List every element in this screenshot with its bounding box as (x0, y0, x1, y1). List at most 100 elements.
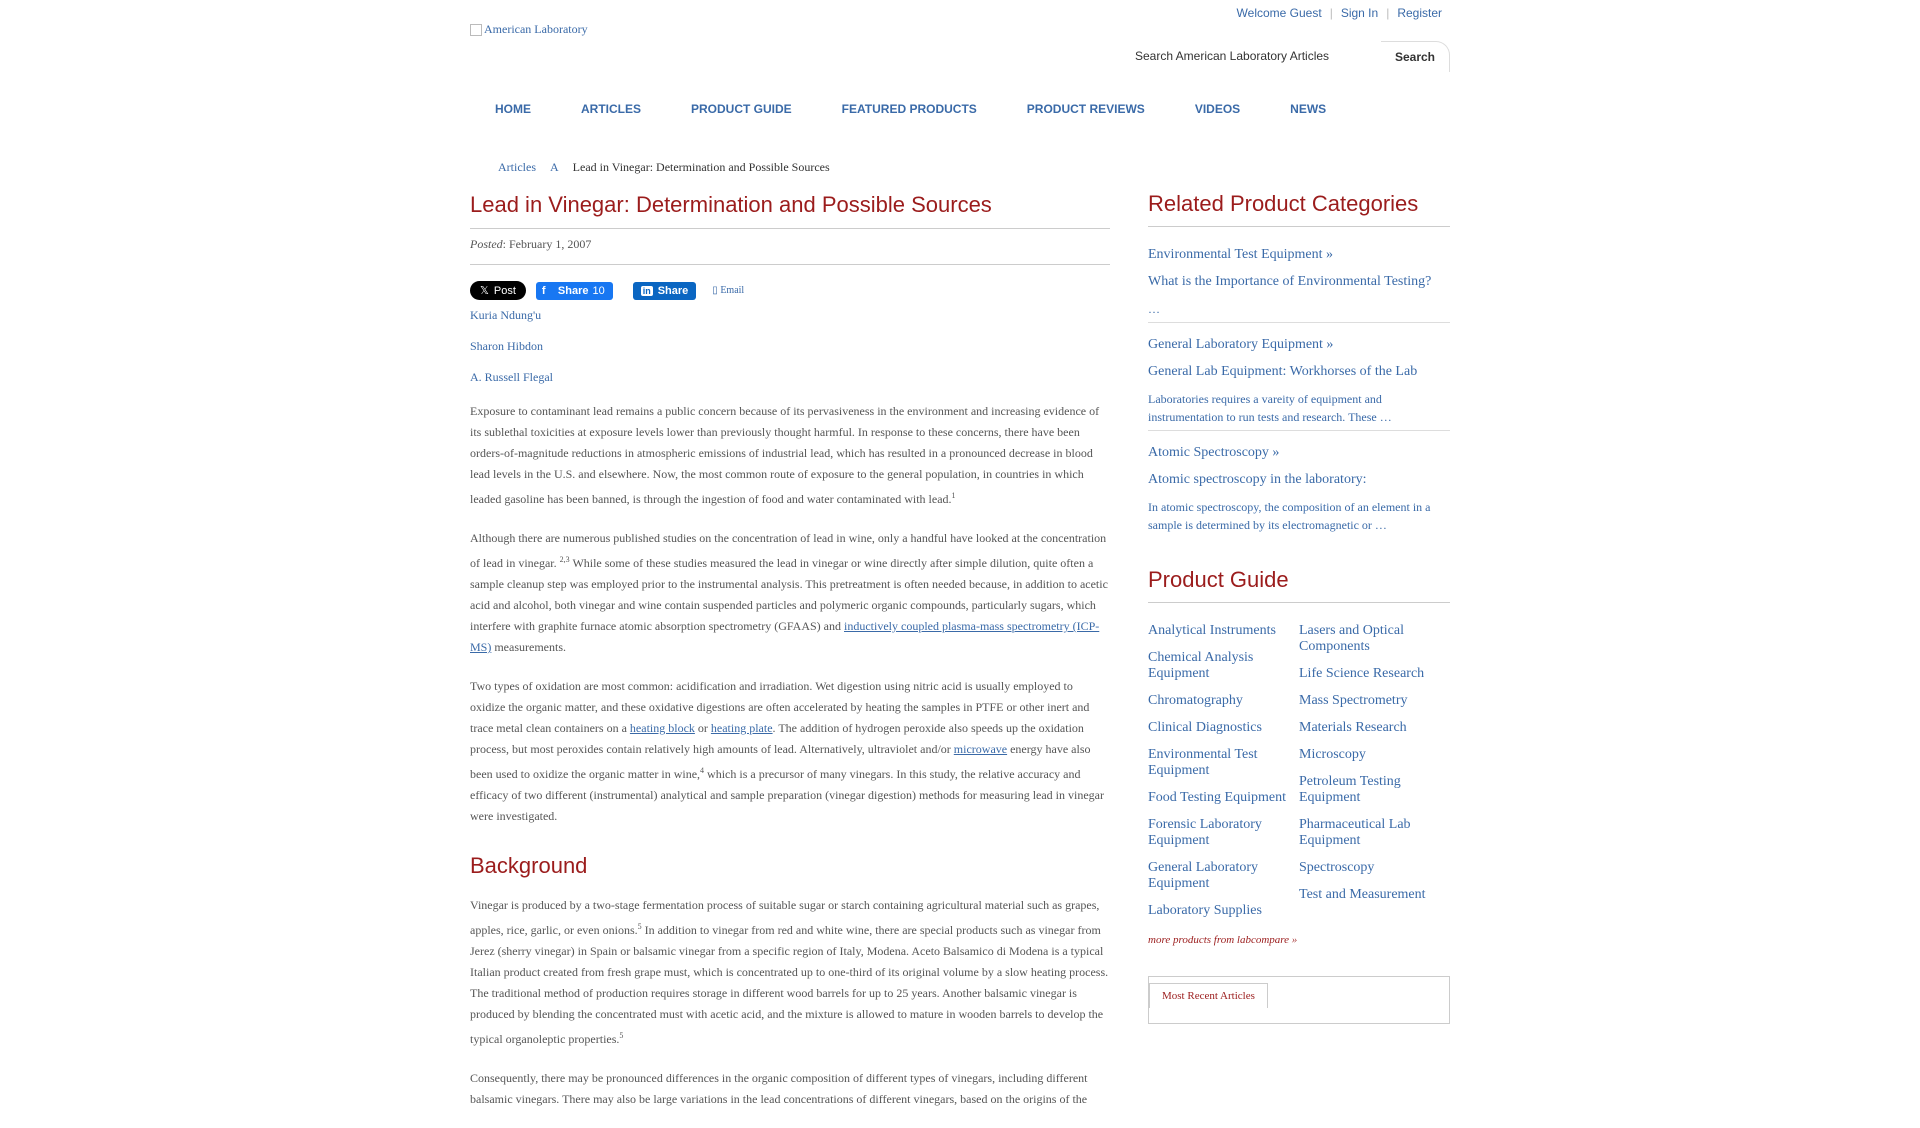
text: or (697, 721, 708, 735)
more-products-link[interactable]: more products from labcompare » (1148, 934, 1450, 946)
facebook-share-button[interactable]: f Share 10 (535, 281, 613, 300)
tab-most-recent-articles[interactable]: Most Recent Articles (1149, 983, 1268, 1008)
product-category-link[interactable]: Petroleum Testing Equipment (1299, 774, 1450, 806)
sidebar: Related Product Categories Environmental… (1148, 190, 1450, 1024)
footnote-ref: 4 (700, 766, 705, 775)
home-icon[interactable] (470, 161, 484, 174)
product-category-link[interactable]: Chemical Analysis Equipment (1148, 650, 1299, 682)
product-category-link[interactable]: Lasers and Optical Components (1299, 623, 1450, 655)
product-category-link[interactable]: Test and Measurement (1299, 887, 1450, 903)
product-category-link[interactable]: Pharmaceutical Lab Equipment (1299, 817, 1450, 849)
paragraph: Consequently, there may be pronounced di… (470, 1068, 1110, 1110)
nav-featured-products[interactable]: FEATURED PRODUCTS (817, 96, 1002, 122)
product-guide-columns: Analytical Instruments Chemical Analysis… (1148, 623, 1450, 930)
product-category-link[interactable]: Laboratory Supplies (1148, 903, 1299, 919)
email-share-button[interactable]: ▯ Email (712, 285, 744, 296)
related-category-link[interactable]: Atomic Spectroscopy » (1148, 445, 1450, 461)
product-category-link[interactable]: Environmental Test Equipment (1148, 747, 1299, 779)
author-link[interactable]: Kuria Ndung'u (470, 308, 1110, 323)
posted-date: Posted: February 1, 2007 (470, 237, 1110, 252)
product-category-link[interactable]: Mass Spectrometry (1299, 693, 1450, 709)
heating-plate-link[interactable]: heating plate (711, 721, 773, 735)
search-button[interactable]: Search (1380, 40, 1450, 72)
divider (470, 228, 1110, 229)
main-nav: HOME ARTICLES PRODUCT GUIDE FEATURED PRO… (470, 96, 1351, 122)
product-guide-col-2: Lasers and Optical Components Life Scien… (1299, 623, 1450, 930)
footnote-ref: 1 (951, 491, 956, 500)
article-title: Lead in Vinegar: Determination and Possi… (470, 192, 992, 217)
product-category-link[interactable]: Clinical Diagnostics (1148, 720, 1299, 736)
related-article-link[interactable]: General Lab Equipment: Workhorses of the… (1148, 363, 1450, 380)
product-guide-col-1: Analytical Instruments Chemical Analysis… (1148, 623, 1299, 930)
linkedin-share-label: Share (657, 284, 689, 297)
text: Exposure to contaminant lead remains a p… (470, 404, 1100, 506)
product-category-link[interactable]: Microscopy (1299, 747, 1450, 763)
divider (470, 264, 1110, 265)
facebook-share-count: 10 (592, 284, 605, 297)
x-post-label: Post (493, 284, 516, 297)
text: Consequently, there may be pronounced di… (470, 1071, 1088, 1106)
breadcrumb-a[interactable]: A (550, 160, 559, 175)
linkedin-share-button[interactable]: in Share (632, 281, 697, 300)
nav-news[interactable]: NEWS (1265, 96, 1351, 122)
welcome-guest-link[interactable]: Welcome Guest (1237, 6, 1322, 20)
x-post-button[interactable]: 𝕏 Post (470, 281, 526, 300)
product-category-link[interactable]: Food Testing Equipment (1148, 790, 1299, 806)
site-logo[interactable]: American Laboratory (470, 22, 588, 37)
recent-articles-box: Most Recent Articles (1148, 976, 1450, 1024)
search-input[interactable] (1128, 49, 1381, 63)
search-bar: Search (1128, 40, 1450, 72)
related-item: General Laboratory Equipment » General L… (1148, 337, 1450, 431)
page: American Laboratory Welcome Guest | Sign… (470, 0, 1450, 1106)
section-heading-background: Background (470, 853, 588, 878)
nav-articles[interactable]: ARTICLES (556, 96, 666, 122)
posted-date-value: : February 1, 2007 (502, 237, 592, 251)
paragraph: Vinegar is produced by a two-stage ferme… (470, 895, 1110, 1050)
footnote-ref: 2,3 (559, 555, 570, 564)
sign-in-link[interactable]: Sign In (1341, 6, 1378, 20)
footnote-ref: 5 (637, 922, 642, 931)
product-category-link[interactable]: Chromatography (1148, 693, 1299, 709)
related-article-desc: In atomic spectroscopy, the composition … (1148, 500, 1431, 532)
separator: | (1329, 6, 1333, 20)
linkedin-icon: in (640, 285, 653, 296)
breadcrumb-articles[interactable]: Articles (498, 160, 536, 175)
microwave-link[interactable]: microwave (954, 742, 1007, 756)
product-category-link[interactable]: Analytical Instruments (1148, 623, 1299, 639)
related-item: Atomic Spectroscopy » Atomic spectroscop… (1148, 445, 1450, 534)
nav-home[interactable]: HOME (470, 96, 556, 122)
footnote-ref: 5 (619, 1031, 624, 1040)
heating-block-link[interactable]: heating block (630, 721, 695, 735)
product-category-link[interactable]: General Laboratory Equipment (1148, 860, 1299, 892)
related-category-link[interactable]: General Laboratory Equipment » (1148, 337, 1450, 353)
x-icon: 𝕏 (480, 285, 489, 297)
article-main: Lead in Vinegar: Determination and Possi… (470, 190, 1110, 1128)
nav-product-reviews[interactable]: PRODUCT REVIEWS (1002, 96, 1170, 122)
breadcrumb: Articles A Lead in Vinegar: Determinatio… (470, 160, 830, 175)
product-category-link[interactable]: Forensic Laboratory Equipment (1148, 817, 1299, 849)
product-category-link[interactable]: Life Science Research (1299, 666, 1450, 682)
nav-product-guide[interactable]: PRODUCT GUIDE (666, 96, 817, 122)
related-article-link[interactable]: Atomic spectroscopy in the laboratory: (1148, 471, 1450, 488)
product-category-link[interactable]: Materials Research (1299, 720, 1450, 736)
posted-label: Posted (470, 237, 503, 251)
share-bar: 𝕏 Post f Share 10 in Share ▯ Email (470, 281, 1110, 300)
text: measurements. (494, 640, 566, 654)
text: In addition to vinegar from red and whit… (470, 923, 1109, 1046)
product-category-link[interactable]: Spectroscopy (1299, 860, 1450, 876)
register-link[interactable]: Register (1397, 6, 1442, 20)
product-guide: Product Guide Analytical Instruments Che… (1148, 568, 1450, 946)
related-article-link[interactable]: What is the Importance of Environmental … (1148, 273, 1450, 290)
related-list: Environmental Test Equipment » What is t… (1148, 247, 1450, 534)
nav-videos[interactable]: VIDEOS (1170, 96, 1265, 122)
breadcrumb-current: Lead in Vinegar: Determination and Possi… (572, 160, 830, 174)
article-body: Exposure to contaminant lead remains a p… (470, 401, 1110, 1110)
author-link[interactable]: Sharon Hibdon (470, 339, 1110, 354)
logo-alt-text: American Laboratory (484, 22, 588, 36)
paragraph: Two types of oxidation are most common: … (470, 676, 1110, 827)
author-link[interactable]: A. Russell Flegal (470, 370, 1110, 385)
author-list: Kuria Ndung'u Sharon Hibdon A. Russell F… (470, 308, 1110, 385)
related-category-link[interactable]: Environmental Test Equipment » (1148, 247, 1450, 263)
paragraph: Although there are numerous published st… (470, 528, 1110, 658)
related-item: Environmental Test Equipment » What is t… (1148, 247, 1450, 323)
